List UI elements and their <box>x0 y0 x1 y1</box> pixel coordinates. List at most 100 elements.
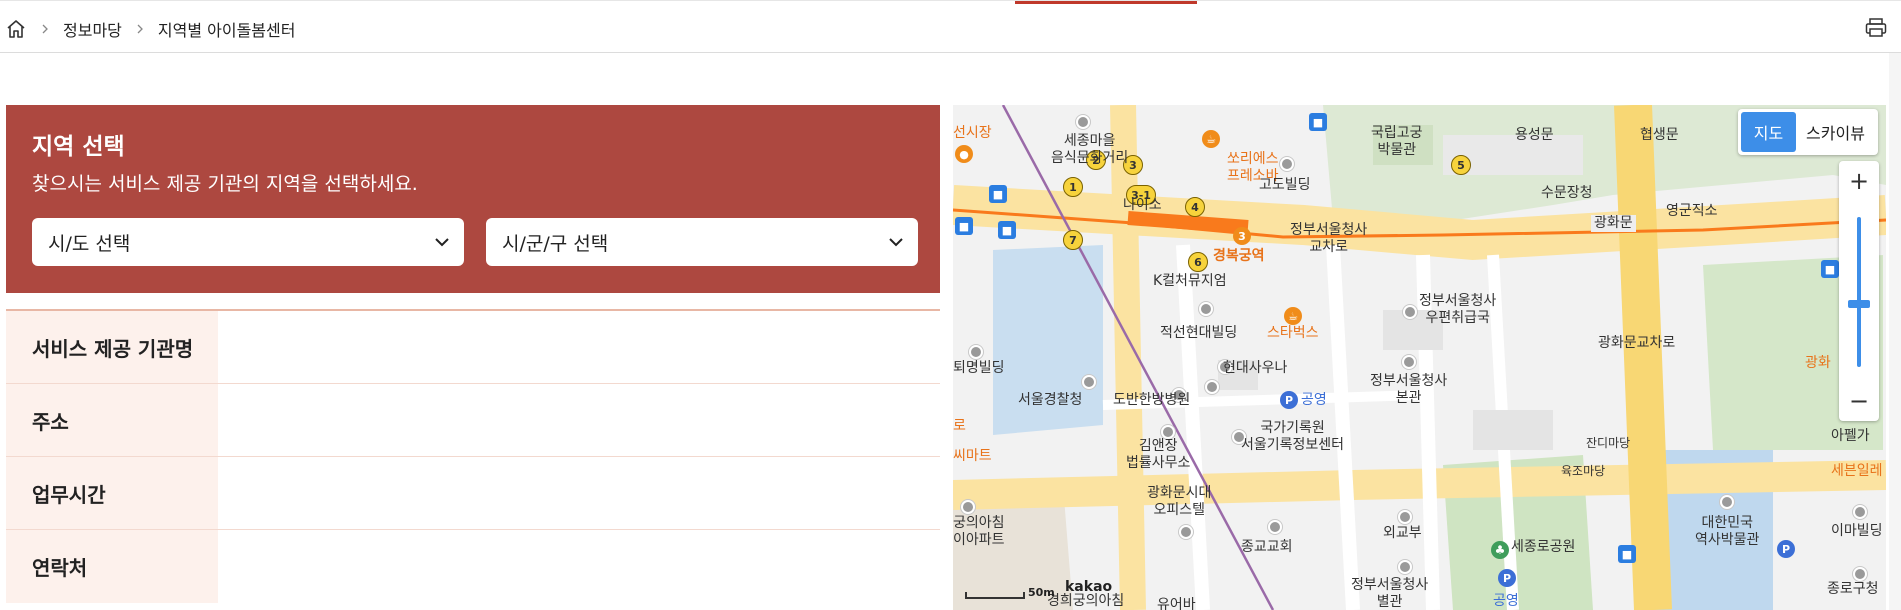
poi-icon[interactable] <box>1161 425 1175 439</box>
zoom-slider-handle[interactable] <box>1848 300 1870 308</box>
breadcrumb-item-info[interactable]: 정보마당 <box>63 17 122 41</box>
map-label: 정부서울청사 우편취급국 <box>1419 293 1497 326</box>
sido-select[interactable]: 시/도 선택 <box>32 218 464 266</box>
subway-exit-marker[interactable]: 1 <box>1063 177 1083 197</box>
map-label: 현대사우나 <box>1223 360 1288 376</box>
home-icon[interactable] <box>5 18 27 40</box>
parking-icon[interactable]: P <box>1280 391 1298 409</box>
map-label: 광화문교차로 <box>1598 335 1676 351</box>
page-scrollbar[interactable] <box>1889 53 1901 610</box>
zoom-in-button[interactable]: + <box>1839 161 1879 201</box>
poi-icon[interactable] <box>1268 520 1282 534</box>
map-label: K컬처뮤지엄 <box>1153 273 1227 289</box>
printer-icon[interactable] <box>1864 17 1888 39</box>
row-header: 업무시간 <box>6 457 218 529</box>
poi-orange-icon[interactable]: ● <box>955 145 973 163</box>
map-label: 국가기록원 서울기록정보센터 <box>1241 420 1345 453</box>
region-description: 찾으시는 서비스 제공 기관의 지역을 선택하세요. <box>32 173 418 195</box>
map-scale: 50m <box>965 583 1055 599</box>
table-row: 연락처 <box>6 530 940 603</box>
bus-stop-icon[interactable]: ■ <box>998 221 1016 239</box>
active-menu-indicator <box>1015 1 1197 4</box>
chevron-right-icon <box>130 19 150 39</box>
poi-icon[interactable] <box>1398 560 1412 574</box>
region-title: 지역 선택 <box>32 134 125 160</box>
map-type-control: 지도 스카이뷰 <box>1738 109 1878 155</box>
zoom-out-button[interactable]: − <box>1839 381 1879 421</box>
sigungu-select[interactable]: 시/군/구 선택 <box>486 218 918 266</box>
map-label: 경희궁의아침 <box>1047 593 1125 609</box>
park-icon[interactable]: ♣ <box>1491 541 1509 559</box>
subway-exit-marker[interactable]: 7 <box>1063 230 1083 250</box>
map-label: 고도빌딩 <box>1259 177 1311 193</box>
poi-icon[interactable] <box>1199 302 1213 316</box>
region-select-panel: 지역 선택 찾으시는 서비스 제공 기관의 지역을 선택하세요. 시/도 선택 … <box>6 105 940 293</box>
table-row: 업무시간 <box>6 457 940 530</box>
map-label: 종교교회 <box>1241 539 1293 555</box>
poi-icon[interactable] <box>961 500 975 514</box>
map-label: 정부서울청사 별관 <box>1351 577 1429 610</box>
map-provider-logo[interactable]: kakao <box>1065 579 1112 595</box>
map-label: 김앤장 법률사무소 <box>1126 438 1191 471</box>
map-label: 적선현대빌딩 <box>1160 325 1238 341</box>
poi-icon[interactable] <box>1720 495 1734 509</box>
parking-icon[interactable]: P <box>1498 569 1516 587</box>
poi-icon[interactable] <box>1853 505 1867 519</box>
parking-icon[interactable]: P <box>1777 540 1795 558</box>
map-label: 국립고궁 박물관 <box>1371 125 1423 158</box>
zoom-control: + − <box>1839 161 1879 421</box>
map-label: 선시장 <box>953 125 992 141</box>
bus-stop-icon[interactable]: ■ <box>1618 545 1636 563</box>
poi-icon[interactable] <box>1179 525 1193 539</box>
map-label: 육조마당 <box>1561 464 1606 478</box>
map-label: 정부서울청사 본관 <box>1370 373 1448 406</box>
breadcrumb-item-current[interactable]: 지역별 아이돌봄센터 <box>158 17 296 41</box>
poi-icon[interactable] <box>1205 380 1219 394</box>
map-label: 씨마트 <box>953 448 992 464</box>
poi-icon[interactable] <box>1082 375 1096 389</box>
subway-exit-marker[interactable]: 6 <box>1188 252 1208 272</box>
top-navigation-bar: 정보마당 지역별 아이돌봄센터 <box>0 0 1901 53</box>
subway-exit-marker[interactable]: 5 <box>1451 155 1471 175</box>
map-label: 로 <box>953 418 966 434</box>
map-label: 세븐일레 <box>1831 463 1883 479</box>
bus-stop-icon[interactable]: ■ <box>955 217 973 235</box>
map-label: 이마빌딩 <box>1831 523 1883 539</box>
map-view[interactable]: 1 2 3 3-1 4 5 6 7 3 ■ ■ ■ ■ ■ ■ P P P ♣ … <box>953 105 1886 610</box>
map-label: 퇴명빌딩 <box>953 360 1005 376</box>
map-label: 잔디마당 <box>1586 436 1631 450</box>
scale-label: 50m <box>1028 586 1055 599</box>
row-value <box>218 384 940 456</box>
row-header: 서비스 제공 기관명 <box>6 311 218 383</box>
map-type-skyview-button[interactable]: 스카이뷰 <box>1796 112 1875 152</box>
map-label: 세종마을 음식문화거리 <box>1051 133 1129 166</box>
poi-icon[interactable] <box>1076 115 1090 129</box>
poi-icon[interactable] <box>1280 157 1294 171</box>
scale-bar <box>965 592 1025 599</box>
poi-icon[interactable] <box>1853 567 1867 581</box>
center-info-table: 서비스 제공 기관명 주소 업무시간 연락처 <box>6 309 940 603</box>
map-label: 공영 <box>1493 593 1519 609</box>
map-label: 외교부 <box>1383 525 1422 541</box>
map-label: 유어바 <box>1157 597 1196 610</box>
map-type-map-button[interactable]: 지도 <box>1741 112 1796 152</box>
sigungu-select-value: 시/군/구 선택 <box>502 232 609 255</box>
subway-exit-marker[interactable]: 4 <box>1185 197 1205 217</box>
chevron-down-icon <box>889 238 903 247</box>
poi-icon[interactable] <box>1403 305 1417 319</box>
zoom-slider-track[interactable] <box>1857 217 1861 367</box>
map-label: 나이소 <box>1123 197 1162 213</box>
station-badge[interactable]: 3 <box>1233 227 1251 245</box>
poi-icon[interactable] <box>1402 355 1416 369</box>
map-label: 협생문 <box>1640 127 1679 143</box>
bus-stop-icon[interactable]: ■ <box>1821 260 1839 278</box>
map-label: 스타벅스 <box>1267 325 1319 341</box>
cafe-icon[interactable]: ☕ <box>1284 307 1302 325</box>
map-label: 정부서울청사 교차로 <box>1290 222 1368 255</box>
poi-icon[interactable] <box>969 345 983 359</box>
bus-stop-icon[interactable]: ■ <box>1309 113 1327 131</box>
bus-stop-icon[interactable]: ■ <box>989 185 1007 203</box>
cafe-icon[interactable]: ☕ <box>1202 130 1220 148</box>
map-label: 궁의아침 이아파트 <box>953 515 1005 548</box>
poi-icon[interactable] <box>1398 510 1412 524</box>
